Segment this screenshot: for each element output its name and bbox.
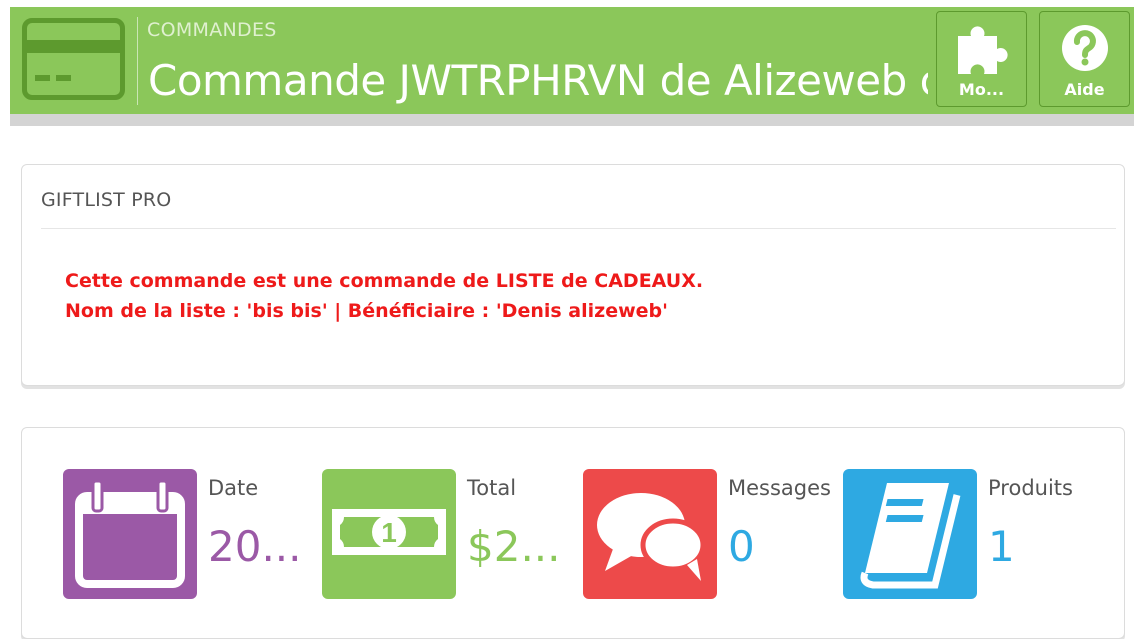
kpi-total-value: $2... [467,522,561,571]
kpi-messages-label: Messages [728,476,831,500]
modules-button-label: Mo... [958,80,1005,99]
modules-button[interactable]: Mo... [936,11,1027,107]
help-icon [1061,25,1108,71]
panel-divider [41,228,1116,229]
header-shadow [10,114,1134,126]
page-header: COMMANDES Commande JWTRPHRVN de Alizeweb… [10,7,1134,114]
kpi-date: Date 20... [63,469,303,599]
credit-card-icon [22,18,125,100]
kpi-date-value: 20... [208,522,302,571]
chat-bubbles-icon [583,469,717,599]
order-stats-panel: Date 20... 1 Total $2... Messages 0 Prod… [21,427,1125,639]
help-button[interactable]: Aide [1039,11,1130,107]
giftlist-panel: GIFTLIST PRO Cette commande est une comm… [21,164,1125,386]
giftlist-panel-heading: GIFTLIST PRO [41,189,172,211]
book-icon [843,469,977,599]
giftlist-alert-line-1: Cette commande est une commande de LISTE… [65,270,704,292]
giftlist-alert-line-2: Nom de la liste : 'bis bis' | Bénéficiai… [65,300,668,322]
kpi-total: 1 Total $2... [322,469,562,599]
kpi-total-label: Total [467,476,517,500]
puzzle-icon [957,26,1008,74]
help-button-label: Aide [1064,80,1105,99]
money-icon: 1 [322,469,456,599]
kpi-products: Produits 1 [843,469,1083,599]
svg-text:1: 1 [381,517,397,548]
header-separator [137,17,138,105]
kpi-messages-value: 0 [728,522,755,571]
kpi-products-value: 1 [988,522,1015,571]
kpi-date-label: Date [208,476,259,500]
kpi-messages: Messages 0 [583,469,831,599]
calendar-icon [63,469,197,599]
giftlist-alert: Cette commande est une commande de LISTE… [65,266,703,326]
page-title: Commande JWTRPHRVN de Alizeweb contact [148,56,928,105]
kpi-products-label: Produits [988,476,1073,500]
breadcrumb[interactable]: COMMANDES [147,19,277,41]
